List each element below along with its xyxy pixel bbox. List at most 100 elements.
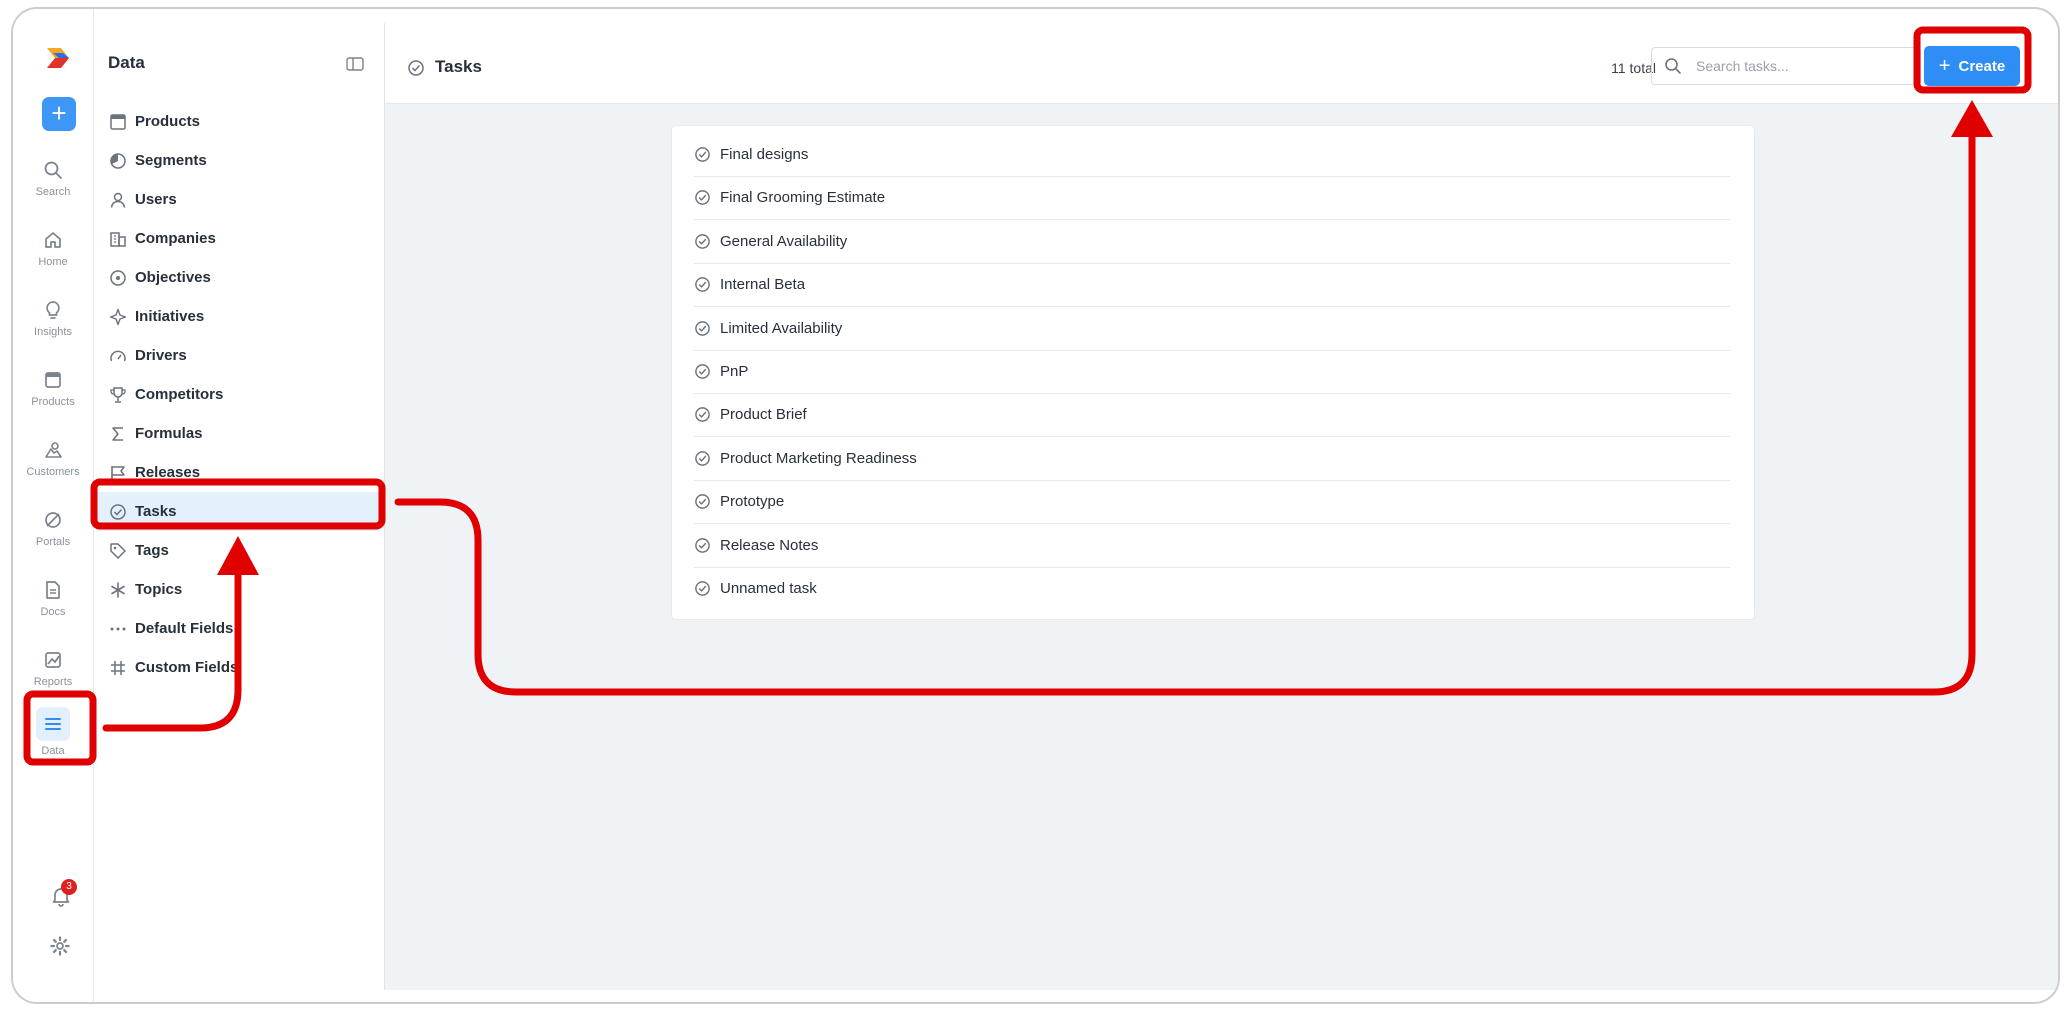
check-circle-icon bbox=[695, 233, 710, 249]
task-row[interactable]: Final designs bbox=[694, 133, 1730, 177]
rail-item-docs[interactable]: Docs bbox=[13, 579, 93, 618]
task-row[interactable]: Prototype bbox=[694, 480, 1730, 525]
task-row[interactable]: Internal Beta bbox=[694, 263, 1730, 308]
check-circle-icon bbox=[695, 277, 710, 293]
task-name: Product Brief bbox=[720, 406, 807, 424]
rail-label: Customers bbox=[26, 466, 80, 478]
task-name: PnP bbox=[720, 363, 749, 380]
list-icon bbox=[45, 718, 61, 730]
task-name: Product Marketing Readiness bbox=[720, 449, 917, 467]
rail-item-reports[interactable]: Reports bbox=[13, 649, 93, 688]
search-box[interactable] bbox=[1651, 47, 1921, 85]
target-icon bbox=[110, 269, 126, 286]
sidebar-item-drivers[interactable]: Drivers bbox=[96, 336, 380, 375]
notification-badge: 3 bbox=[61, 879, 77, 895]
sidebar-item-initiatives[interactable]: Initiatives bbox=[96, 297, 380, 336]
check-circle-icon bbox=[695, 537, 710, 553]
rail-label: Products bbox=[31, 396, 75, 408]
sidebar-item-releases[interactable]: Releases bbox=[96, 453, 380, 492]
gauge-icon bbox=[110, 350, 126, 361]
sidebar-item-companies[interactable]: Companies bbox=[96, 219, 380, 258]
asterisk-icon bbox=[111, 581, 125, 598]
task-row[interactable]: General Availability bbox=[694, 220, 1730, 264]
sidebar-item-formulas[interactable]: Formulas bbox=[96, 414, 380, 453]
sidebar-item-users[interactable]: Users bbox=[96, 180, 380, 219]
sidebar-item-tags[interactable]: Tags bbox=[96, 531, 380, 570]
task-name: Unnamed task bbox=[720, 580, 817, 597]
task-row[interactable]: Unnamed task bbox=[694, 567, 1730, 610]
rail-label: Docs bbox=[40, 606, 66, 618]
customers-icon bbox=[45, 442, 62, 458]
rail-item-home[interactable]: Home bbox=[13, 229, 93, 268]
rail-label: Search bbox=[35, 186, 71, 198]
building-icon bbox=[110, 231, 126, 247]
sidebar-item-default-fields[interactable]: Default Fields bbox=[96, 609, 380, 648]
rail-item-data-highlight bbox=[36, 707, 70, 741]
pie-icon bbox=[110, 152, 126, 169]
tag-icon bbox=[110, 542, 126, 559]
rail-label: Insights bbox=[34, 326, 72, 338]
page-header: Tasks 11 total + Create bbox=[385, 23, 2058, 104]
gear-icon[interactable] bbox=[49, 935, 71, 957]
window-icon bbox=[110, 113, 126, 130]
sidebar-item-custom-fields[interactable]: Custom Fields bbox=[96, 648, 380, 687]
sidebar-item-label: Default Fields bbox=[135, 620, 234, 637]
trophy-icon bbox=[110, 386, 126, 403]
dots-icon bbox=[110, 627, 126, 630]
task-row[interactable]: Limited Availability bbox=[694, 307, 1730, 351]
chart-icon bbox=[45, 652, 61, 668]
task-row[interactable]: PnP bbox=[694, 350, 1730, 394]
task-name: Final designs bbox=[720, 146, 809, 163]
check-circle-icon bbox=[695, 581, 710, 596]
sidebar-item-objectives[interactable]: Objectives bbox=[96, 258, 380, 297]
sidebar-item-label: Products bbox=[135, 113, 201, 130]
rail-label: Reports bbox=[33, 676, 73, 688]
rail-item-products[interactable]: Products bbox=[13, 369, 93, 408]
task-row[interactable]: Release Notes bbox=[694, 524, 1730, 568]
sidebar-item-label: Segments bbox=[135, 152, 207, 169]
sidebar-item-label: Tasks bbox=[135, 503, 177, 520]
quick-create-button[interactable]: + bbox=[42, 97, 76, 131]
rail-item-customers[interactable]: Customers bbox=[13, 439, 93, 478]
rail-item-search[interactable]: Search bbox=[13, 159, 93, 198]
sidebar-item-label: Tags bbox=[135, 542, 169, 559]
rail-label: Home bbox=[38, 256, 68, 268]
check-circle-icon bbox=[695, 407, 710, 423]
sidebar-item-label: Users bbox=[135, 191, 177, 208]
create-button[interactable]: + Create bbox=[1924, 46, 2020, 86]
check-circle-icon bbox=[695, 147, 710, 162]
total-count: 11 total bbox=[1611, 60, 1656, 76]
check-circle-icon bbox=[695, 494, 710, 510]
main-content: Final designs Final Grooming Estimate Gene… bbox=[385, 104, 2058, 990]
sidebar-item-label: Initiatives bbox=[135, 308, 205, 325]
task-row[interactable]: Product Marketing Readiness bbox=[694, 437, 1730, 481]
rail-item-portals[interactable]: Portals bbox=[13, 509, 93, 548]
search-input[interactable] bbox=[1694, 57, 1898, 75]
task-name: General Availability bbox=[720, 232, 848, 250]
left-rail: + Search Home Insights Products Customer… bbox=[13, 9, 94, 1002]
sidebar-item-label: Drivers bbox=[135, 347, 187, 364]
app-logo-icon[interactable] bbox=[45, 45, 71, 71]
task-row[interactable]: Product Brief bbox=[694, 393, 1730, 438]
collapse-sidebar-icon[interactable] bbox=[346, 57, 364, 71]
task-name: Internal Beta bbox=[720, 276, 806, 294]
sidebar-item-label: Objectives bbox=[135, 269, 211, 286]
check-circle-icon bbox=[110, 503, 126, 520]
app-window: + Search Home Insights Products Customer… bbox=[11, 7, 2060, 1004]
sidebar-item-topics[interactable]: Topics bbox=[96, 570, 380, 609]
search-icon bbox=[44, 161, 62, 179]
rail-item-data[interactable]: Data bbox=[13, 707, 93, 757]
user-icon bbox=[110, 192, 126, 208]
rail-label: Data bbox=[41, 745, 65, 757]
sidebar-item-label: Custom Fields bbox=[135, 659, 239, 676]
rail-label: Portals bbox=[35, 536, 71, 548]
sidebar-item-products[interactable]: Products bbox=[96, 102, 380, 141]
rail-item-insights[interactable]: Insights bbox=[13, 299, 93, 338]
portal-icon bbox=[45, 512, 61, 528]
sidebar-item-tasks[interactable]: Tasks bbox=[96, 492, 380, 531]
sidebar-item-competitors[interactable]: Competitors bbox=[96, 375, 380, 414]
page-title: Tasks bbox=[435, 57, 482, 76]
task-row[interactable]: Final Grooming Estimate bbox=[694, 176, 1730, 221]
sidebar-item-segments[interactable]: Segments bbox=[96, 141, 380, 180]
task-name: Limited Availability bbox=[720, 319, 843, 337]
